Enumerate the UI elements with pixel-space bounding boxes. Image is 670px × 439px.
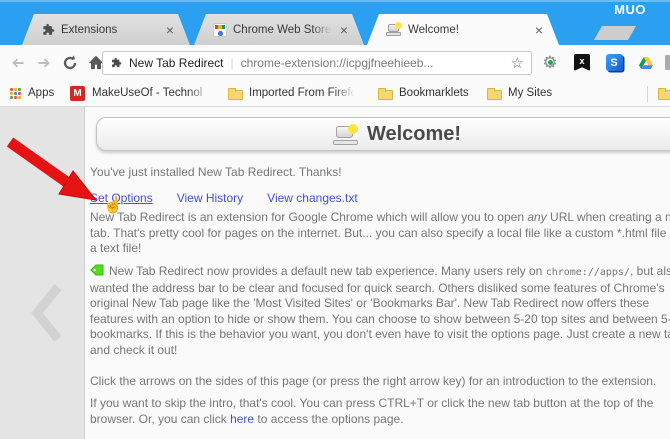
tab-strip: MUO Extensions × Chrome Web Store - new … — [0, 0, 670, 45]
paragraph-2: New Tab Redirect now provides a default … — [90, 264, 670, 358]
gear-center-dot — [548, 60, 553, 65]
emphasis-any: any — [527, 210, 546, 224]
apps-grid-icon — [10, 88, 21, 99]
folder-icon — [378, 90, 393, 100]
links-row: Set Options View History View changes.tx… — [90, 191, 358, 205]
forward-icon[interactable] — [34, 53, 54, 73]
bookmark-folder-imported[interactable]: Imported From Firefo — [249, 87, 357, 99]
new-tab-redirect-icon — [386, 23, 402, 36]
partial-extension-icon[interactable] — [665, 55, 670, 70]
bookmarks-separator — [647, 86, 648, 102]
green-tag-icon — [90, 264, 104, 276]
red-arrow-annotation — [2, 134, 102, 206]
new-tab-redirect-logo — [333, 124, 360, 145]
bookmark-apps[interactable]: Apps — [28, 87, 54, 99]
tab-label: Welcome! — [408, 24, 529, 36]
hand-cursor-icon: ☝ — [103, 195, 123, 215]
chevron-left-icon[interactable] — [30, 282, 64, 344]
tabstrip-highlight — [0, 0, 670, 2]
bookmark-star-icon[interactable]: ☆ — [511, 56, 524, 71]
intro-text: You've just installed New Tab Redirect. … — [90, 165, 342, 179]
here-link[interactable]: here — [230, 412, 254, 426]
google-drive-extension-icon[interactable] — [637, 53, 655, 72]
bookmarks-bar: Apps M MakeUseOf - Technol Imported From… — [0, 81, 670, 107]
chrome-webstore-icon — [213, 23, 227, 37]
welcome-panel: Welcome! You've just installed New Tab R… — [84, 107, 670, 439]
tab-welcome[interactable]: Welcome! × — [367, 14, 559, 45]
paragraph-3: Click the arrows on the sides of this pa… — [90, 374, 656, 390]
tab-extensions[interactable]: Extensions × — [22, 14, 190, 45]
extension-name-badge: New Tab Redirect — [129, 56, 224, 70]
watermark-muo: MUO — [614, 2, 646, 17]
bookmark-folder-bookmarklets[interactable]: Bookmarklets — [399, 87, 469, 99]
omnibox[interactable]: New Tab Redirect | chrome-extension://ic… — [102, 51, 532, 75]
paragraph-1: New Tab Redirect is an extension for Goo… — [90, 210, 670, 257]
new-tab-button[interactable] — [594, 26, 636, 40]
close-icon[interactable]: × — [535, 23, 543, 37]
omnibox-separator: | — [231, 56, 234, 70]
close-icon[interactable]: × — [340, 23, 348, 37]
makeuseof-icon: M — [70, 86, 85, 101]
toolbar: New Tab Redirect | chrome-extension://ic… — [0, 45, 670, 81]
view-history-link[interactable]: View History — [177, 191, 243, 205]
folder-icon — [228, 90, 243, 100]
puzzle-icon — [41, 23, 55, 37]
tab-label: Chrome Web Store - new — [233, 24, 334, 36]
back-icon[interactable] — [8, 53, 28, 73]
browser-window: MUO Extensions × Chrome Web Store - new … — [0, 0, 670, 439]
view-changes-link[interactable]: View changes.txt — [267, 191, 358, 205]
bookmark-makeuseof[interactable]: MakeUseOf - Technol — [92, 87, 214, 99]
code-chrome-apps: chrome://apps/ — [546, 267, 630, 278]
folder-icon — [487, 90, 502, 100]
close-icon[interactable]: × — [166, 23, 174, 37]
folder-icon — [658, 90, 670, 100]
puzzle-icon — [110, 57, 122, 69]
reload-icon[interactable] — [60, 53, 80, 73]
tab-webstore[interactable]: Chrome Web Store - new × — [194, 14, 364, 45]
bookmark-folder-my-sites[interactable]: My Sites — [508, 87, 552, 99]
page-title: Welcome! — [367, 123, 461, 146]
gear-extension-icon[interactable]: ⚙ — [541, 53, 559, 72]
paragraph-4: If you want to skip the intro, that's co… — [90, 396, 653, 427]
badge-extension-icon[interactable]: x — [573, 53, 591, 72]
welcome-header: Welcome! — [96, 117, 670, 151]
url-text: chrome-extension://icpgjfneehieeb... — [241, 56, 504, 70]
tab-label: Extensions — [61, 24, 160, 36]
s-extension-icon[interactable]: S — [605, 53, 623, 72]
google-drive-icon — [638, 56, 654, 70]
